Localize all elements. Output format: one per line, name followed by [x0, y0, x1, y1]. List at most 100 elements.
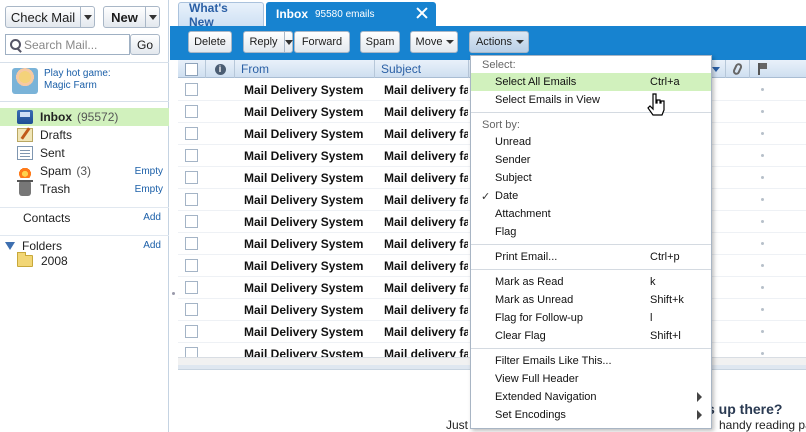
menu-sort-date[interactable]: ✓ Date	[471, 187, 711, 205]
new-message-label: New	[111, 9, 138, 25]
menu-view-full-header[interactable]: View Full Header	[471, 370, 711, 388]
row-checkbox[interactable]	[185, 259, 198, 272]
tab-whats-new[interactable]: What's New	[178, 1, 264, 29]
from-column-header[interactable]: From	[235, 60, 375, 78]
menu-shortcut: Shift+k	[650, 294, 684, 306]
actions-button[interactable]: Actions	[469, 31, 529, 53]
menu-sort-unread[interactable]: Unread	[471, 133, 711, 151]
move-button[interactable]: Move	[410, 31, 458, 53]
menu-set-encodings[interactable]: Set Encodings	[471, 406, 711, 424]
row-checkbox[interactable]	[185, 325, 198, 338]
reply-dropdown-icon[interactable]	[283, 32, 293, 52]
menu-divider	[471, 269, 711, 270]
flag-dot-icon[interactable]	[761, 242, 764, 245]
flag-dot-icon[interactable]	[761, 352, 764, 355]
folder-sent[interactable]: Sent	[0, 144, 169, 162]
search-input[interactable]	[24, 37, 124, 52]
search-icon	[6, 36, 24, 54]
row-checkbox[interactable]	[185, 347, 198, 357]
folder-trash[interactable]: Trash Empty	[0, 180, 169, 198]
forward-button[interactable]: Forward	[294, 31, 350, 53]
menu-sort-flag[interactable]: Flag	[471, 223, 711, 241]
row-checkbox[interactable]	[185, 193, 198, 206]
spam-button[interactable]: Spam	[360, 31, 400, 53]
add-folder-link[interactable]: Add	[143, 240, 161, 251]
add-contact-link[interactable]: Add	[143, 212, 161, 223]
flag-dot-icon[interactable]	[761, 176, 764, 179]
row-checkbox[interactable]	[185, 105, 198, 118]
folder-spam[interactable]: Spam (3) Empty	[0, 162, 169, 180]
delete-button[interactable]: Delete	[188, 31, 232, 53]
row-from: Mail Delivery System	[244, 193, 364, 207]
row-checkbox[interactable]	[185, 303, 198, 316]
menu-select-emails-in-view[interactable]: Select Emails in View	[471, 91, 711, 109]
reply-button[interactable]: Reply	[243, 31, 293, 53]
folders-section[interactable]: Folders Add	[0, 235, 169, 253]
menu-item-label: Sender	[495, 154, 531, 166]
menu-sort-attachment[interactable]: Attachment	[471, 205, 711, 223]
promo-banner[interactable]: Play hot game: Magic Farm	[0, 62, 169, 102]
row-checkbox[interactable]	[185, 83, 198, 96]
empty-trash-link[interactable]: Empty	[135, 184, 163, 195]
attachment-column-header[interactable]	[726, 60, 750, 78]
folder-2008[interactable]: 2008	[17, 252, 68, 269]
drafts-icon	[17, 128, 33, 142]
flag-dot-icon[interactable]	[761, 220, 764, 223]
menu-clear-flag[interactable]: Clear Flag Shift+l	[471, 327, 711, 345]
flag-dot-icon[interactable]	[761, 154, 764, 157]
row-checkbox[interactable]	[185, 127, 198, 140]
promo-text[interactable]: Play hot game: Magic Farm	[44, 68, 111, 92]
select-all-checkbox-cell[interactable]	[178, 60, 206, 78]
close-tab-icon[interactable]	[416, 7, 428, 19]
menu-section-sort: Sort by:	[482, 118, 520, 131]
row-checkbox[interactable]	[185, 237, 198, 250]
flag-dot-icon[interactable]	[761, 264, 764, 267]
menu-filter-emails-like-this[interactable]: Filter Emails Like This...	[471, 352, 711, 370]
menu-item-label: View Full Header	[495, 373, 579, 385]
contacts-section[interactable]: Contacts Add	[0, 207, 169, 225]
row-subject: Mail delivery fai	[384, 215, 468, 229]
folders-label: Folders	[22, 238, 63, 253]
flag-column-header[interactable]	[750, 60, 774, 78]
flag-dot-icon[interactable]	[761, 330, 764, 333]
checkmark-icon: ✓	[481, 190, 491, 203]
subject-column-header[interactable]: Subject	[375, 60, 469, 78]
menu-item-label: Flag	[495, 226, 517, 238]
folder-name: Trash	[40, 182, 71, 196]
row-from: Mail Delivery System	[244, 171, 364, 185]
menu-mark-as-unread[interactable]: Mark as Unread Shift+k	[471, 291, 711, 309]
menu-print-email[interactable]: Print Email... Ctrl+p	[471, 248, 711, 266]
flag-dot-icon[interactable]	[761, 308, 764, 311]
row-checkbox[interactable]	[185, 281, 198, 294]
menu-sort-sender[interactable]: Sender	[471, 151, 711, 169]
info-column-header[interactable]: i	[206, 60, 235, 78]
flag-dot-icon[interactable]	[761, 88, 764, 91]
row-checkbox[interactable]	[185, 149, 198, 162]
new-dropdown-icon[interactable]	[145, 7, 159, 27]
folder-drafts[interactable]: Drafts	[0, 126, 169, 144]
menu-flag-for-follow-up[interactable]: Flag for Follow-up l	[471, 309, 711, 327]
menu-mark-as-read[interactable]: Mark as Read k	[471, 273, 711, 291]
flag-dot-icon[interactable]	[761, 110, 764, 113]
menu-item-label: Select Emails in View	[495, 94, 600, 106]
tab-inbox[interactable]: Inbox 95580 emails	[266, 2, 436, 26]
menu-extended-navigation[interactable]: Extended Navigation	[471, 388, 711, 406]
new-message-button[interactable]: New	[103, 6, 160, 28]
row-checkbox[interactable]	[185, 215, 198, 228]
menu-item-label: Attachment	[495, 208, 551, 220]
menu-select-all-emails[interactable]: Select All Emails Ctrl+a	[471, 73, 711, 91]
check-mail-button[interactable]: Check Mail	[5, 6, 95, 28]
folder-inbox[interactable]: Inbox (95572)	[0, 108, 169, 126]
chevron-down-icon	[516, 40, 525, 44]
row-checkbox[interactable]	[185, 171, 198, 184]
menu-sort-subject[interactable]: Subject	[471, 169, 711, 187]
check-mail-dropdown-icon[interactable]	[80, 7, 94, 27]
row-subject: Mail delivery fai	[384, 149, 468, 163]
flag-dot-icon[interactable]	[761, 286, 764, 289]
search-go-button[interactable]: Go	[130, 34, 160, 55]
empty-spam-link[interactable]: Empty	[135, 166, 163, 177]
flag-dot-icon[interactable]	[761, 132, 764, 135]
flag-dot-icon[interactable]	[761, 198, 764, 201]
select-all-checkbox[interactable]	[185, 62, 198, 76]
collapse-triangle-icon[interactable]	[5, 241, 15, 250]
